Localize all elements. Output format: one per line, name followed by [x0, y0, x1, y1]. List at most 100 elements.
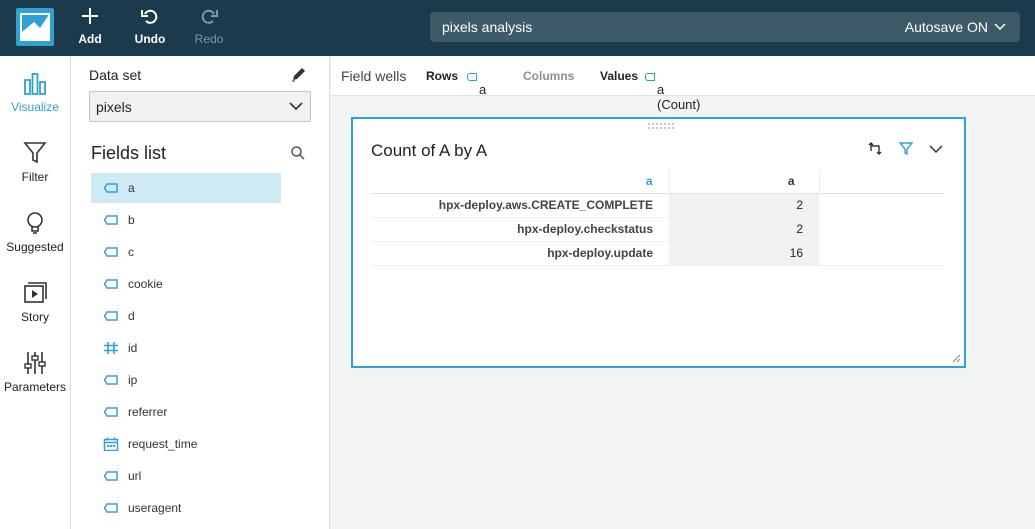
- field-item-useragent[interactable]: useragent: [91, 493, 281, 523]
- redo-label: Redo: [194, 32, 224, 46]
- plus-icon: [66, 6, 114, 30]
- measure-tag-icon: [645, 72, 655, 81]
- field-name: d: [128, 309, 135, 323]
- field-item-request-time[interactable]: request_time: [91, 429, 281, 459]
- field-item-c[interactable]: c: [91, 237, 281, 267]
- visual-title[interactable]: Count of A by A: [371, 141, 487, 161]
- field-item-ip[interactable]: ip: [91, 365, 281, 395]
- pivot-table: a a hpx-deploy.aws.CREATE_COMPLETE 2 hpx-d…: [371, 169, 944, 266]
- rows-well-label: Rows: [426, 69, 459, 83]
- field-item-cookie[interactable]: cookie: [91, 269, 281, 299]
- analysis-name-bar[interactable]: pixels analysis Autosave ON: [430, 12, 1020, 42]
- field-name: a: [128, 181, 135, 195]
- values-well-value[interactable]: a (Count): [645, 69, 700, 112]
- field-item-d[interactable]: d: [91, 301, 281, 331]
- swap-icon[interactable]: [868, 141, 884, 157]
- sliders-icon: [24, 352, 46, 374]
- field-name: url: [128, 469, 142, 483]
- field-name: id: [128, 341, 138, 355]
- row-key-cell[interactable]: hpx-deploy.aws.CREATE_COMPLETE: [371, 193, 669, 218]
- funnel-icon: [23, 142, 47, 164]
- autosave-dropdown[interactable]: Autosave ON: [905, 19, 1006, 35]
- analysis-name[interactable]: pixels analysis: [442, 19, 532, 35]
- field-name: b: [128, 213, 135, 227]
- field-wells-bar: Field wells Rows a Columns Values a (Cou…: [331, 56, 1035, 112]
- value-header[interactable]: a: [668, 169, 820, 194]
- rail-label-visualize: Visualize: [11, 100, 59, 114]
- empty-header: [819, 169, 944, 194]
- dimension-tag-icon: [103, 215, 118, 225]
- top-bar: Add Undo Redo pixels analysis Autosave O…: [0, 0, 1035, 56]
- row-value-cell[interactable]: 2: [669, 193, 819, 218]
- left-rail: Visualize Filter Suggested Story Paramet…: [0, 56, 71, 529]
- row-key-cell[interactable]: hpx-deploy.update: [371, 241, 669, 266]
- row-value-cell[interactable]: 2: [669, 217, 819, 242]
- field-item-url[interactable]: url: [91, 461, 281, 491]
- redo-icon: [185, 6, 233, 30]
- empty-cell: [819, 193, 944, 217]
- dimension-tag-icon: [103, 471, 118, 481]
- rail-item-filter[interactable]: Filter: [0, 140, 70, 184]
- pencil-icon[interactable]: [290, 65, 308, 86]
- pivot-visual[interactable]: Count of A by A a a hpx-deploy.aws.CREAT…: [351, 117, 966, 368]
- autosave-label: Autosave ON: [904, 19, 988, 35]
- dimension-tag-icon: [103, 247, 118, 257]
- undo-button[interactable]: Undo: [126, 6, 174, 50]
- rail-item-parameters[interactable]: Parameters: [0, 350, 70, 394]
- redo-button[interactable]: Redo: [185, 6, 233, 50]
- table-row: hpx-deploy.update 16: [371, 241, 944, 266]
- filter-icon[interactable]: [898, 141, 914, 157]
- drag-handle-icon[interactable]: [647, 122, 677, 130]
- field-item-id[interactable]: id: [91, 333, 281, 363]
- empty-cell: [819, 241, 944, 266]
- resize-handle-icon[interactable]: [951, 353, 961, 363]
- row-key-cell[interactable]: hpx-deploy.checkstatus: [371, 217, 669, 242]
- chevron-down-icon[interactable]: [928, 143, 944, 155]
- add-label: Add: [78, 32, 102, 46]
- quicksight-logo-icon[interactable]: [16, 8, 54, 46]
- dimension-tag-icon: [467, 72, 477, 81]
- chevron-down-icon: [994, 23, 1006, 31]
- story-icon: [24, 282, 47, 303]
- rail-item-visualize[interactable]: Visualize: [0, 70, 70, 114]
- calendar-icon: [103, 437, 119, 451]
- field-name: request_time: [128, 437, 198, 451]
- rail-label-story: Story: [20, 310, 49, 324]
- lightbulb-icon: [27, 212, 43, 234]
- table-row: hpx-deploy.aws.CREATE_COMPLETE 2: [371, 193, 944, 218]
- chevron-down-icon: [289, 102, 303, 111]
- row-header[interactable]: a: [371, 169, 669, 194]
- rail-label-parameters: Parameters: [3, 380, 67, 394]
- dimension-tag-icon: [103, 183, 118, 193]
- dimension-tag-icon: [103, 279, 118, 289]
- dataset-label: Data set: [89, 67, 142, 83]
- field-item-referrer[interactable]: referrer: [91, 397, 281, 427]
- field-name: referrer: [128, 405, 168, 419]
- field-item-a[interactable]: a: [91, 173, 281, 203]
- field-name: c: [128, 245, 134, 259]
- table-row: hpx-deploy.checkstatus 2: [371, 217, 944, 242]
- dataset-select[interactable]: pixels: [89, 91, 311, 122]
- columns-well-label[interactable]: Columns: [523, 69, 574, 83]
- rows-well-value[interactable]: a: [467, 69, 486, 97]
- undo-icon: [126, 6, 174, 30]
- field-name: useragent: [128, 501, 182, 515]
- visual-menu: [868, 141, 944, 157]
- dimension-tag-icon: [103, 375, 118, 385]
- row-value-cell[interactable]: 16: [669, 241, 819, 266]
- field-item-b[interactable]: b: [91, 205, 281, 235]
- add-button[interactable]: Add: [66, 6, 114, 50]
- values-well-field: a (Count): [657, 82, 701, 112]
- hash-icon: [104, 342, 118, 354]
- dimension-tag-icon: [103, 311, 118, 321]
- undo-label: Undo: [134, 32, 166, 46]
- fields-panel: Data set pixels Fields list a b c cookie d id…: [71, 56, 330, 529]
- rows-well-field: a: [479, 82, 487, 97]
- search-icon[interactable]: [290, 145, 306, 164]
- field-name: cookie: [128, 277, 163, 291]
- dataset-selected: pixels: [96, 99, 132, 115]
- bar-chart-icon: [24, 73, 46, 95]
- rail-item-suggested[interactable]: Suggested: [0, 210, 70, 254]
- field-wells-title[interactable]: Field wells: [341, 68, 406, 84]
- rail-item-story[interactable]: Story: [0, 280, 70, 324]
